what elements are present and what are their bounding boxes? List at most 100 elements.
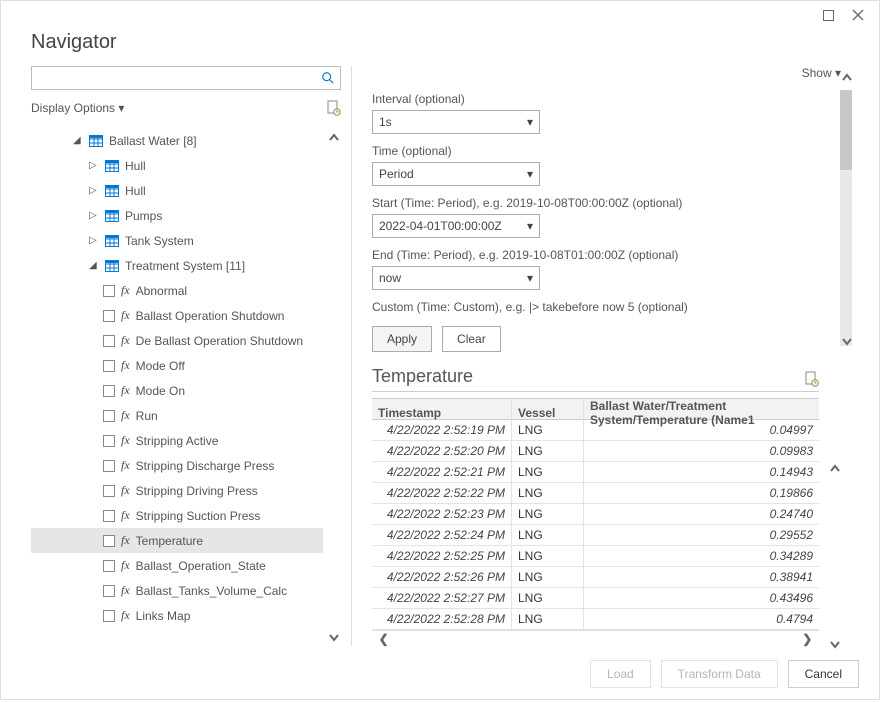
tree-node-pumps[interactable]: ▷ Pumps <box>31 203 323 228</box>
end-select[interactable]: now ▾ <box>372 266 540 290</box>
time-label: Time (optional) <box>372 144 819 158</box>
table-row[interactable]: 4/22/2022 2:52:21 PMLNG0.14943 <box>372 462 819 483</box>
tree-node-tank-system[interactable]: ▷ Tank System <box>31 228 323 253</box>
checkbox[interactable] <box>103 435 115 447</box>
table-row[interactable]: 4/22/2022 2:52:22 PMLNG0.19866 <box>372 483 819 504</box>
table-row[interactable]: 4/22/2022 2:52:27 PMLNG0.43496 <box>372 588 819 609</box>
start-select[interactable]: 2022-04-01T00:00:00Z ▾ <box>372 214 540 238</box>
clear-button[interactable]: Clear <box>442 326 501 352</box>
cell-timestamp: 4/22/2022 2:52:24 PM <box>372 525 512 545</box>
tree-scrollbar[interactable] <box>327 130 341 646</box>
tree-node-fx-de-ballast-op-shutdown[interactable]: fxDe Ballast Operation Shutdown <box>31 328 323 353</box>
tree-node-fx-stripping-suction-press[interactable]: fxStripping Suction Press <box>31 503 323 528</box>
scroll-up-icon[interactable] <box>327 130 341 146</box>
fx-icon: fx <box>121 458 130 473</box>
cell-value: 0.14943 <box>584 462 819 482</box>
apply-button[interactable]: Apply <box>372 326 432 352</box>
cancel-button[interactable]: Cancel <box>788 660 859 688</box>
tree-node-fx-ballast-tanks-vol[interactable]: fxBallast_Tanks_Volume_Calc <box>31 578 323 603</box>
search-input[interactable] <box>32 67 316 89</box>
grid-horizontal-scrollbar[interactable]: ❮ ❯ <box>372 630 819 646</box>
tree-node-treatment-system[interactable]: ◢ Treatment System [11] <box>31 253 323 278</box>
table-row[interactable]: 4/22/2022 2:52:20 PMLNG0.09983 <box>372 441 819 462</box>
cell-value: 0.38941 <box>584 567 819 587</box>
checkbox[interactable] <box>103 510 115 522</box>
scroll-up-icon[interactable] <box>827 460 843 478</box>
scroll-down-icon[interactable] <box>327 630 341 646</box>
start-value: 2022-04-01T00:00:00Z <box>379 219 502 233</box>
checkbox[interactable] <box>103 560 115 572</box>
tree-node-ballast-water[interactable]: ◢ Ballast Water [8] <box>31 128 323 153</box>
tree-node-fx-mode-off[interactable]: fxMode Off <box>31 353 323 378</box>
scroll-left-icon[interactable]: ❮ <box>372 632 389 646</box>
scroll-down-icon[interactable] <box>827 636 843 654</box>
tree-node-fx-stripping-driving-press[interactable]: fxStripping Driving Press <box>31 478 323 503</box>
show-dropdown[interactable]: Show ▾ <box>802 66 841 80</box>
checkbox[interactable] <box>103 460 115 472</box>
tree-label: Run <box>136 409 158 423</box>
checkbox[interactable] <box>103 310 115 322</box>
interval-value: 1s <box>379 115 392 129</box>
chevron-down-icon: ▾ <box>527 167 533 181</box>
refresh-tree-icon[interactable] <box>327 100 341 116</box>
custom-label: Custom (Time: Custom), e.g. |> takebefor… <box>372 300 819 314</box>
checkbox[interactable] <box>103 535 115 547</box>
tree-node-hull-2[interactable]: ▷ Hull <box>31 178 323 203</box>
display-options-dropdown[interactable]: Display Options ▾ <box>31 101 124 115</box>
table-row[interactable]: 4/22/2022 2:52:28 PMLNG0.4794 <box>372 609 819 630</box>
cell-timestamp: 4/22/2022 2:52:23 PM <box>372 504 512 524</box>
table-row[interactable]: 4/22/2022 2:52:25 PMLNG0.34289 <box>372 546 819 567</box>
tree-label: Stripping Discharge Press <box>136 459 275 473</box>
tree-node-fx-ballast-op-shutdown[interactable]: fxBallast Operation Shutdown <box>31 303 323 328</box>
checkbox[interactable] <box>103 585 115 597</box>
table-row[interactable]: 4/22/2022 2:52:23 PMLNG0.24740 <box>372 504 819 525</box>
fx-icon: fx <box>121 358 130 373</box>
fx-icon: fx <box>121 333 130 348</box>
scrollbar-thumb[interactable] <box>840 90 852 170</box>
fx-icon: fx <box>121 608 130 623</box>
expand-icon: ▷ <box>89 185 99 196</box>
table-row[interactable]: 4/22/2022 2:52:19 PMLNG0.04997 <box>372 420 819 441</box>
search-icon[interactable] <box>316 67 340 89</box>
fx-icon: fx <box>121 533 130 548</box>
fx-icon: fx <box>121 583 130 598</box>
checkbox[interactable] <box>103 285 115 297</box>
table-icon <box>105 210 119 222</box>
scroll-down-icon[interactable] <box>839 332 855 352</box>
close-button[interactable] <box>843 3 873 27</box>
scroll-right-icon[interactable]: ❯ <box>802 632 819 646</box>
table-row[interactable]: 4/22/2022 2:52:24 PMLNG0.29552 <box>372 525 819 546</box>
cell-timestamp: 4/22/2022 2:52:19 PM <box>372 420 512 440</box>
grid-vertical-scrollbar[interactable] <box>827 460 843 654</box>
fx-icon: fx <box>121 508 130 523</box>
search-input-container <box>31 66 341 90</box>
tree-node-fx-stripping-active[interactable]: fxStripping Active <box>31 428 323 453</box>
fx-icon: fx <box>121 283 130 298</box>
tree-node-fx-ballast-op-state[interactable]: fxBallast_Operation_State <box>31 553 323 578</box>
checkbox[interactable] <box>103 410 115 422</box>
cell-vessel: LNG <box>512 609 584 629</box>
tree-node-fx-run[interactable]: fxRun <box>31 403 323 428</box>
chevron-down-icon: ▾ <box>118 101 124 115</box>
tree-node-fx-stripping-discharge-press[interactable]: fx Stripping Discharge Press <box>31 453 323 478</box>
checkbox[interactable] <box>103 485 115 497</box>
scroll-up-icon[interactable] <box>839 68 855 88</box>
checkbox[interactable] <box>103 360 115 372</box>
tree-node-fx-mode-on[interactable]: fxMode On <box>31 378 323 403</box>
refresh-preview-icon[interactable] <box>805 371 819 387</box>
time-select[interactable]: Period ▾ <box>372 162 540 186</box>
tree-node-fx-links-map[interactable]: fxLinks Map <box>31 603 323 628</box>
tree-node-fx-abnormal[interactable]: fxAbnormal <box>31 278 323 303</box>
checkbox[interactable] <box>103 385 115 397</box>
cell-value: 0.04997 <box>584 420 819 440</box>
interval-select[interactable]: 1s ▾ <box>372 110 540 134</box>
checkbox[interactable] <box>103 335 115 347</box>
maximize-button[interactable] <box>813 3 843 27</box>
grid-header-row: Timestamp Vessel Ballast Water/Treatment… <box>372 399 819 420</box>
tree-node-hull-1[interactable]: ▷ Hull <box>31 153 323 178</box>
cell-value: 0.19866 <box>584 483 819 503</box>
table-row[interactable]: 4/22/2022 2:52:26 PMLNG0.38941 <box>372 567 819 588</box>
collapse-icon: ◢ <box>73 135 83 146</box>
checkbox[interactable] <box>103 610 115 622</box>
tree-node-fx-temperature[interactable]: fxTemperature <box>31 528 323 553</box>
